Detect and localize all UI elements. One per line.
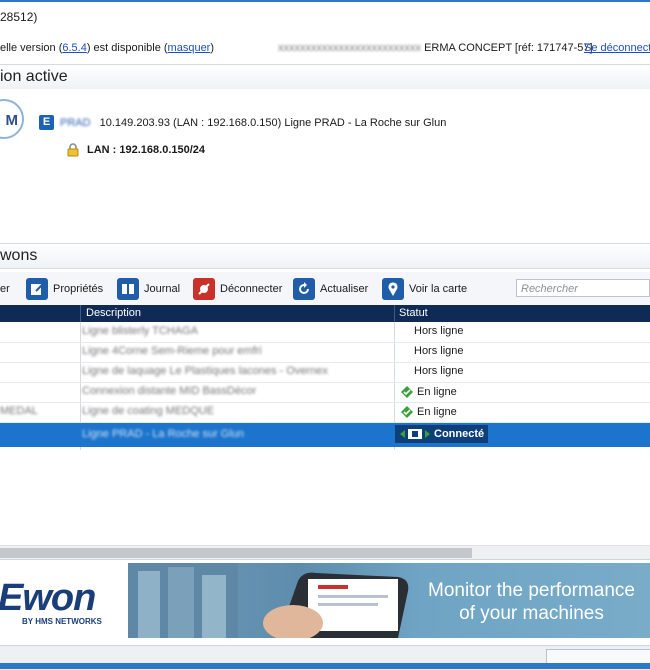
search-placeholder: Rechercher [521,283,578,295]
row-status: Connecté [434,428,485,440]
row-status-cell: En ligne [400,385,457,399]
map-pin-icon [382,277,404,300]
book-icon [117,277,139,300]
map-button[interactable]: Voir la carte [382,276,467,301]
window-top-border [0,0,650,2]
first-toolbar-button[interactable]: er [0,276,10,301]
row-name: MEDAL [0,405,38,417]
row-description: Ligne PRAD - La Roche sur Glun [82,428,245,440]
window-bottom-border [0,663,650,669]
ewons-table-header: Description Statut [0,305,650,322]
refresh-button[interactable]: Actualiser [293,276,368,301]
ewon-logo: Ewon [0,577,96,619]
column-status[interactable]: Statut [399,307,428,319]
horizontal-scrollbar[interactable] [0,545,650,560]
map-label: Voir la carte [409,282,468,295]
disconnect-label: Déconnecter [220,282,283,295]
update-text-mid: ) est disponible ( [86,42,168,54]
banner-tagline: Monitor the performance of your machines [428,579,635,625]
ewon-logo-subtitle: BY HMS NETWORKS [22,617,102,626]
ewon-ad-banner[interactable]: Ewon BY HMS NETWORKS Monitor the perform… [0,563,650,638]
active-connection-header: ion active [0,64,650,90]
lan-address: LAN : 192.168.0.150/24 [87,144,206,156]
account-name-blurred: xxxxxxxxxxxxxxxxxxxxxxxxxx [278,42,421,54]
properties-label: Propriétés [53,282,104,295]
row-description: Ligne de laquage Le Plastiques lacones -… [82,365,328,377]
online-icon [401,406,413,418]
update-text-suffix: ) [210,42,215,54]
table-row[interactable]: Ligne de laquage Le Plastiques lacones -… [0,362,650,383]
row-status: Hors ligne [414,325,464,337]
active-connection-title: ion active [0,68,68,85]
update-text-prefix: elle version ( [0,42,63,54]
table-row[interactable]: Ligne blisterly TCHAGA Hors ligne [0,322,650,343]
row-status-cell: En ligne [400,405,457,419]
journal-button[interactable]: Journal [117,276,180,301]
row-description: Ligne blisterly TCHAGA [82,325,198,337]
row-description: Connexion distante MID BassDécor [82,385,257,397]
column-separator [80,305,81,322]
journal-label: Journal [144,282,181,295]
row-status: Hors ligne [414,345,464,357]
banner-illustration [128,563,409,638]
online-icon [401,386,413,398]
device-name-blurred: PRAD [60,117,91,129]
connected-badge: Connecté [395,425,489,443]
row-description: Ligne 4Corne Sem-Rieme pour emfri [82,345,262,357]
banner-tagline-line1: Monitor the performance [428,580,635,601]
update-notice: elle version (6.5.4) est disponible (mas… [0,42,214,54]
table-row[interactable]: MEDAL Ligne de coating MEDQUE En ligne [0,402,650,423]
device-info: 10.149.203.93 (LAN : 192.168.0.150) Lign… [99,117,447,129]
account-info: xxxxxxxxxxxxxxxxxxxxxxxxxx ERMA CONCEPT … [278,42,593,54]
version-link[interactable]: 6.5.4 [62,42,86,54]
active-connection-panel [0,89,650,241]
row-status: En ligne [417,406,457,418]
first-toolbar-label: er [0,282,10,295]
ewons-title: wons [0,247,38,264]
refresh-label: Actualiser [320,282,369,295]
table-row[interactable]: Connexion distante MID BassDécor En lign… [0,382,650,403]
ewon-device-icon: E [39,115,54,130]
disconnect-icon [193,277,215,300]
connected-icon [400,429,430,439]
row-description: Ligne de coating MEDQUE [82,405,215,417]
table-row[interactable]: Ligne 4Corne Sem-Rieme pour emfri Hors l… [0,342,650,363]
table-row-selected[interactable]: Ligne PRAD - La Roche sur Glun Connecté [0,423,650,447]
refresh-icon [293,277,315,300]
account-label: ERMA CONCEPT [réf: 171747-57] [424,42,593,54]
column-separator [394,305,395,322]
edit-icon [26,277,48,300]
row-status-cell: Connecté [395,425,489,443]
scrollbar-thumb[interactable] [0,548,472,558]
banner-tagline-line2: of your machines [459,603,604,624]
logout-link[interactable]: Se déconnect [584,42,650,54]
lock-icon [67,143,79,157]
search-input[interactable]: Rechercher [516,279,650,297]
active-device-line[interactable]: PRAD 10.149.203.93 (LAN : 192.168.0.150)… [60,117,446,129]
window-title: 28512) [0,10,38,24]
ewons-header: wons [0,243,650,269]
properties-button[interactable]: Propriétés [26,276,103,301]
disconnect-button[interactable]: Déconnecter [193,276,282,301]
column-description[interactable]: Description [86,307,141,319]
row-status: Hors ligne [414,365,464,377]
row-status: En ligne [417,386,457,398]
hide-update-link[interactable]: masquer [168,42,211,54]
